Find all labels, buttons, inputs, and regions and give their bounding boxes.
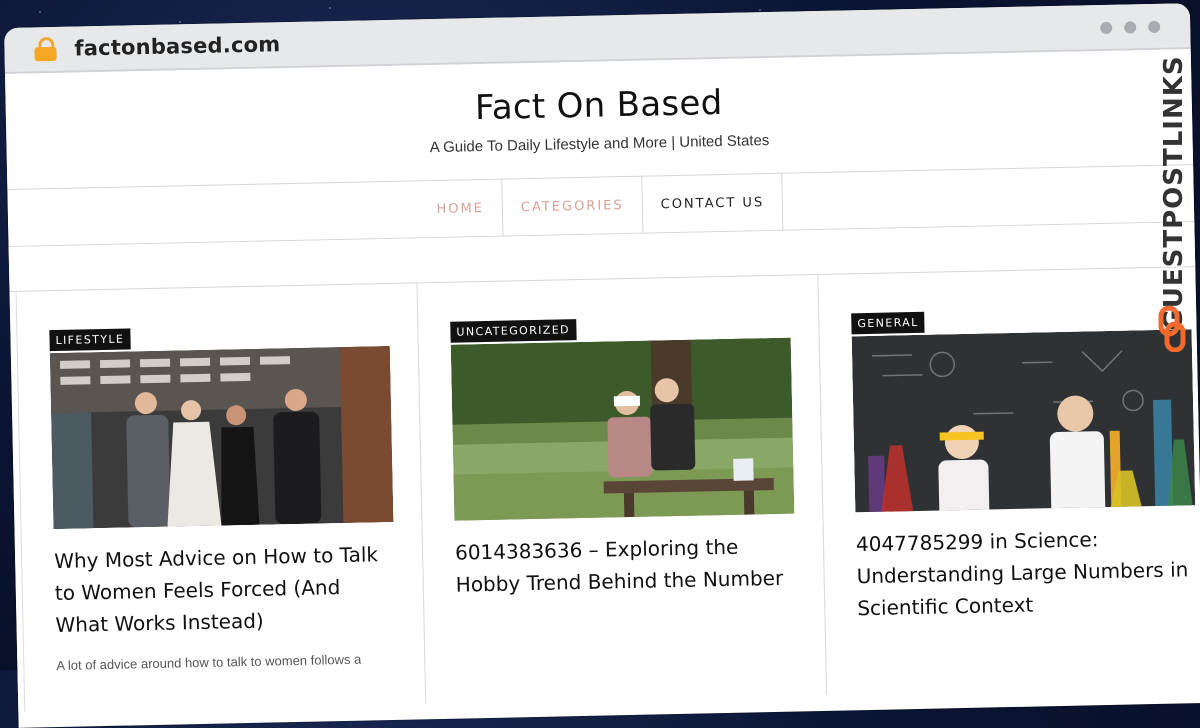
nav-item-contact-us[interactable]: CONTACT US (642, 173, 784, 233)
guestpostlinks-watermark: GUESTPOSTLINKS (1154, 55, 1194, 358)
post-title[interactable]: 6014383636 – Exploring the Hobby Trend B… (455, 530, 796, 601)
window-dot-icon[interactable] (1124, 21, 1137, 34)
lock-icon (34, 36, 57, 62)
post-thumbnail[interactable] (851, 329, 1196, 513)
window-controls (1100, 20, 1161, 35)
post-title[interactable]: 4047785299 in Science: Understanding Lar… (856, 521, 1198, 624)
posts-grid: LIFESTYLE Why Most Advice on How to Talk… (10, 266, 1200, 712)
post-excerpt: A lot of advice around how to talk to wo… (56, 651, 362, 673)
post-card: LIFESTYLE Why Most Advice on How to Talk… (15, 283, 427, 712)
post-card: UNCATEGORIZED 6014383636 – Exploring the… (416, 274, 828, 704)
post-excerpt (858, 634, 1198, 641)
post-thumbnail[interactable] (49, 345, 394, 530)
post-title[interactable]: Why Most Advice on How to Talk to Women … (54, 538, 396, 641)
nav-item-categories[interactable]: CATEGORIES (502, 176, 644, 236)
category-badge[interactable]: LIFESTYLE (49, 328, 131, 352)
category-badge[interactable]: UNCATEGORIZED (450, 319, 577, 343)
window-dot-icon[interactable] (1100, 21, 1113, 35)
category-badge[interactable]: GENERAL (851, 311, 925, 335)
window-dot-icon[interactable] (1148, 20, 1161, 34)
url-text[interactable]: factonbased.com (74, 32, 280, 60)
chain-link-icon (1158, 306, 1186, 352)
nav-item-home[interactable]: HOME (417, 179, 504, 238)
browser-window: factonbased.com Fact On Based A Guide To… (4, 3, 1200, 728)
post-thumbnail[interactable] (450, 337, 795, 521)
site-page: Fact On Based A Guide To Daily Lifestyle… (4, 49, 1200, 712)
post-excerpt (456, 610, 796, 617)
post-card: GENERAL 4047785299 in Science: Understan… (817, 266, 1200, 695)
watermark-text: GUESTPOSTLINKS (1159, 55, 1189, 331)
